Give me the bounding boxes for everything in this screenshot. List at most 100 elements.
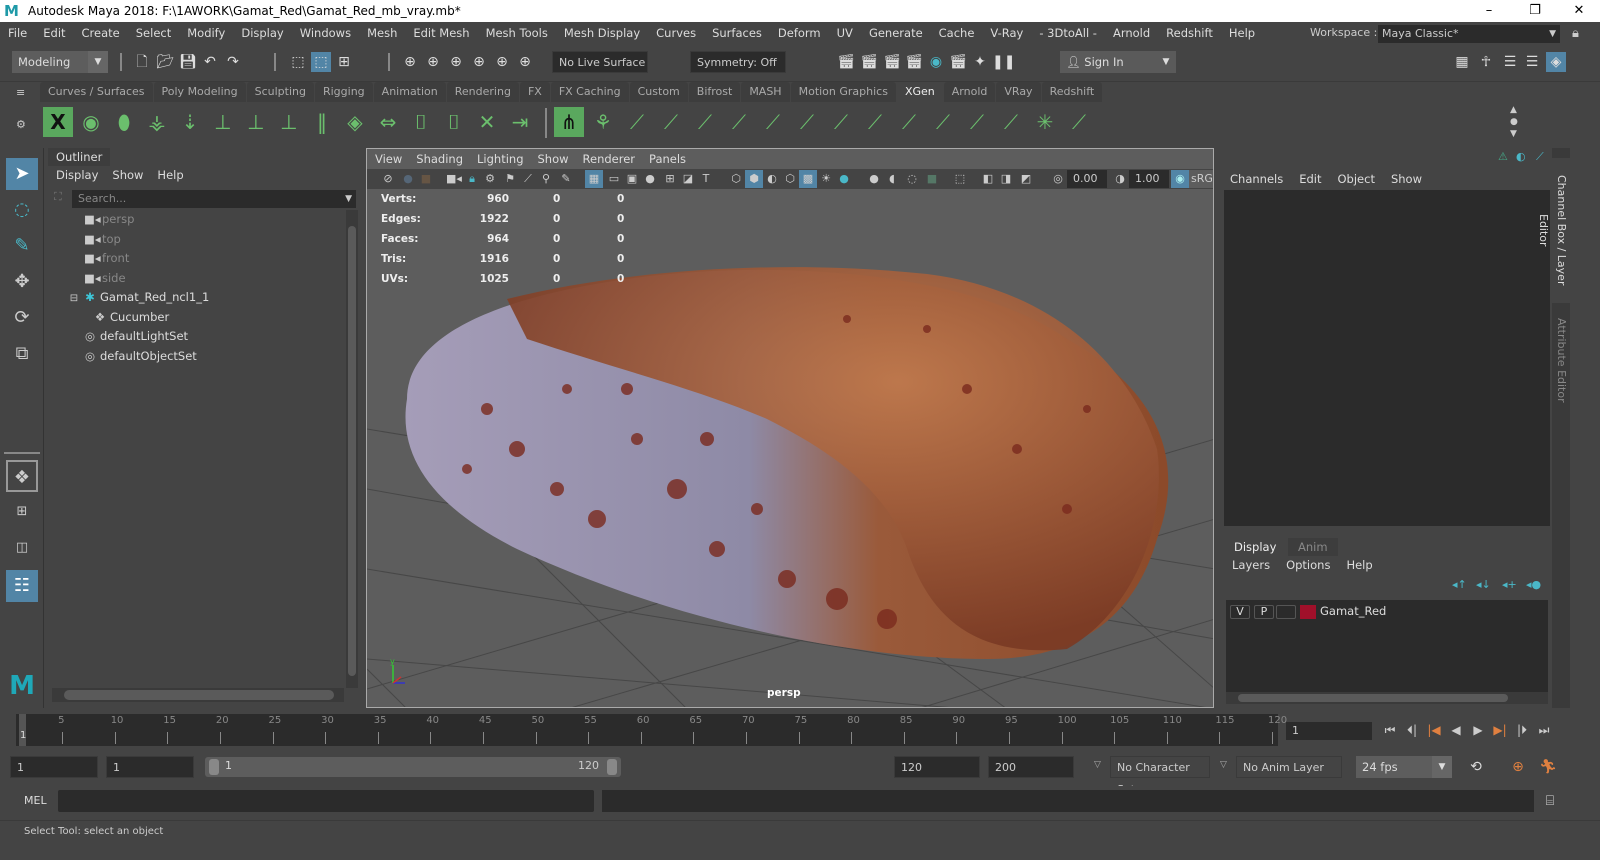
channel-box-menu-edit[interactable]: Edit <box>1299 172 1321 186</box>
shelf-tab-arnold[interactable]: Arnold <box>943 82 996 102</box>
groom-freeze-icon[interactable]: ⟋ <box>1064 107 1094 137</box>
outliner-tab[interactable]: Outliner <box>48 148 110 166</box>
graph-toggle-icon[interactable]: ⟋ <box>1536 150 1544 164</box>
groom-noise-icon[interactable]: ✳ <box>1030 107 1060 137</box>
xgen-select-tool-icon[interactable]: ⌷ <box>406 107 436 137</box>
viewport-menu-renderer[interactable]: Renderer <box>583 152 636 166</box>
viewport-menu-panels[interactable]: Panels <box>649 152 686 166</box>
isolate-select-icon[interactable]: ⬚ <box>951 170 969 188</box>
xgen-editor-icon[interactable]: X <box>43 107 73 137</box>
chevron-down-icon[interactable]: ▽ <box>1220 760 1227 770</box>
safe-action-icon[interactable]: ◪ <box>679 170 697 188</box>
menu-uv[interactable]: UV <box>829 26 861 40</box>
new-scene-icon[interactable]: 🗋 <box>132 52 152 72</box>
symmetry-field[interactable]: Symmetry: Off <box>690 51 786 73</box>
use-all-lights-icon[interactable]: ☀ <box>817 170 835 188</box>
xgen-move-guide-icon[interactable]: ⇔ <box>373 107 403 137</box>
go-to-end-icon[interactable]: ⏭ <box>1534 720 1554 740</box>
shelf-tab-xgen[interactable]: XGen <box>896 82 943 102</box>
menu-create[interactable]: Create <box>74 26 128 40</box>
animation-end-field[interactable]: 200 <box>988 756 1074 778</box>
current-frame-field[interactable]: 1 <box>1286 722 1372 740</box>
menu-edit-mesh[interactable]: Edit Mesh <box>405 26 477 40</box>
playback-end-field[interactable]: 120 <box>894 756 980 778</box>
step-forward-frame-icon[interactable]: |⏵ <box>1512 720 1532 740</box>
move-layer-up-icon[interactable]: ◂↑ <box>1452 578 1467 591</box>
outliner-item-persp[interactable]: ■◂persp <box>84 210 134 228</box>
shelf-tab-fx-caching[interactable]: FX Caching <box>550 82 629 102</box>
outliner-search-input[interactable]: Search... ▼ <box>72 190 356 208</box>
menu-mesh-display[interactable]: Mesh Display <box>556 26 648 40</box>
lock-icon[interactable]: 🔒︎ <box>1572 26 1579 41</box>
select-tool-icon[interactable]: ➤ <box>6 158 38 190</box>
new-layer-icon[interactable]: ◂+ <box>1502 578 1517 591</box>
layer-menu-options[interactable]: Options <box>1286 558 1330 572</box>
xray-joints-icon[interactable]: ◨ <box>997 170 1015 188</box>
step-back-frame-icon[interactable]: ⏴| <box>1402 720 1422 740</box>
smooth-shade-icon[interactable]: ⬢ <box>745 170 763 188</box>
layer-visibility-toggle[interactable]: V <box>1230 605 1250 619</box>
groom-brush-5-icon[interactable]: ⟋ <box>758 107 788 137</box>
xgen-create-description-icon[interactable]: ⚶ <box>142 107 172 137</box>
shelf-tab-motion-graphics[interactable]: Motion Graphics <box>790 82 896 102</box>
shadows-icon[interactable]: ● <box>835 170 853 188</box>
exposure-icon[interactable]: ◎ <box>1049 170 1067 188</box>
outliner-vertical-scrollbar[interactable] <box>346 210 358 688</box>
select-by-object-type-icon[interactable]: ⬚ <box>311 52 331 72</box>
animation-preferences-icon[interactable]: 🏃︎ <box>1538 757 1558 777</box>
shelf-tab-rendering[interactable]: Rendering <box>446 82 519 102</box>
color-space-field[interactable]: sRG <box>1189 170 1213 188</box>
step-back-key-icon[interactable]: |◀ <box>1424 720 1444 740</box>
bookmark-flag-icon[interactable]: ⚑ <box>501 170 519 188</box>
outliner-item-default-object-set[interactable]: ◎ defaultObjectSet <box>82 347 197 365</box>
grid-toggle-icon[interactable]: ▦ <box>585 170 603 188</box>
menu-deform[interactable]: Deform <box>770 26 829 40</box>
outliner-menu-show[interactable]: Show <box>112 168 143 182</box>
outliner-menu-help[interactable]: Help <box>157 168 183 182</box>
new-layer-selected-icon[interactable]: ◂● <box>1526 578 1541 591</box>
groom-brush-4-icon[interactable]: ⟋ <box>724 107 754 137</box>
groom-brush-10-icon[interactable]: ⟋ <box>928 107 958 137</box>
open-scene-icon[interactable]: 📂︎ <box>155 52 175 72</box>
layer-menu-layers[interactable]: Layers <box>1232 558 1270 572</box>
groom-brush-6-icon[interactable]: ⟋ <box>792 107 822 137</box>
render-view-icon[interactable]: 🎬︎ <box>948 52 968 72</box>
xgen-select-guide-icon[interactable]: ⊥ <box>241 107 271 137</box>
xgen-convert-icon[interactable]: ⇥ <box>505 107 535 137</box>
2d-pan-zoom-icon[interactable]: ⚲ <box>537 170 555 188</box>
outliner-item-side[interactable]: ■◂side <box>84 269 126 287</box>
multisample-aa-icon[interactable]: ◌ <box>903 170 921 188</box>
xgen-preview-icon[interactable]: ◉ <box>76 107 106 137</box>
tool-settings-toggle-icon[interactable]: ☰ <box>1522 52 1542 72</box>
menu-mesh[interactable]: Mesh <box>359 26 405 40</box>
sign-in-button[interactable]: 👤︎ Sign In ▼ <box>1060 51 1176 73</box>
channel-box-toggle-icon[interactable]: ⚠ <box>1498 150 1508 163</box>
shelf-tab-curves-surfaces[interactable]: Curves / Surfaces <box>40 82 153 102</box>
modeling-toolkit-icon[interactable]: ▦ <box>1452 52 1472 72</box>
mel-label[interactable]: MEL <box>24 794 47 807</box>
camera-attributes-icon[interactable]: ■◂ <box>445 170 463 188</box>
menu-set-select[interactable]: Modeling ▼ <box>12 51 108 73</box>
outliner-layout-icon[interactable]: ☷ <box>6 570 38 602</box>
channel-box-menu-show[interactable]: Show <box>1391 172 1422 186</box>
chevron-down-icon[interactable]: ▼ <box>345 190 352 208</box>
hypershade-icon[interactable]: ◉ <box>926 52 946 72</box>
exposure-field[interactable]: 0.00 <box>1067 170 1107 188</box>
light-editor-icon[interactable]: ✦ <box>970 52 990 72</box>
outliner-item-top[interactable]: ■◂top <box>84 230 121 248</box>
layer-color-swatch[interactable] <box>1300 605 1316 619</box>
layer-menu-help[interactable]: Help <box>1346 558 1372 572</box>
menu-generate[interactable]: Generate <box>861 26 931 40</box>
groom-brush-12-icon[interactable]: ⟋ <box>996 107 1026 137</box>
scale-tool-icon[interactable]: ⧉ <box>6 338 38 370</box>
chevron-down-icon[interactable]: ▽ <box>1094 760 1101 770</box>
script-editor-icon[interactable]: ⌸ <box>1540 791 1560 811</box>
channel-box-menu-object[interactable]: Object <box>1338 172 1375 186</box>
screen-space-ao-icon[interactable]: ● <box>865 170 883 188</box>
rotate-tool-icon[interactable]: ⟳ <box>6 302 38 334</box>
groom-brush-3-icon[interactable]: ⟋ <box>690 107 720 137</box>
playback-range-slider[interactable]: 1 120 <box>205 757 621 777</box>
human-ik-icon[interactable]: ☥ <box>1476 52 1496 72</box>
animation-start-field[interactable]: 1 <box>10 756 98 778</box>
layer-display-type-toggle[interactable] <box>1276 605 1296 619</box>
